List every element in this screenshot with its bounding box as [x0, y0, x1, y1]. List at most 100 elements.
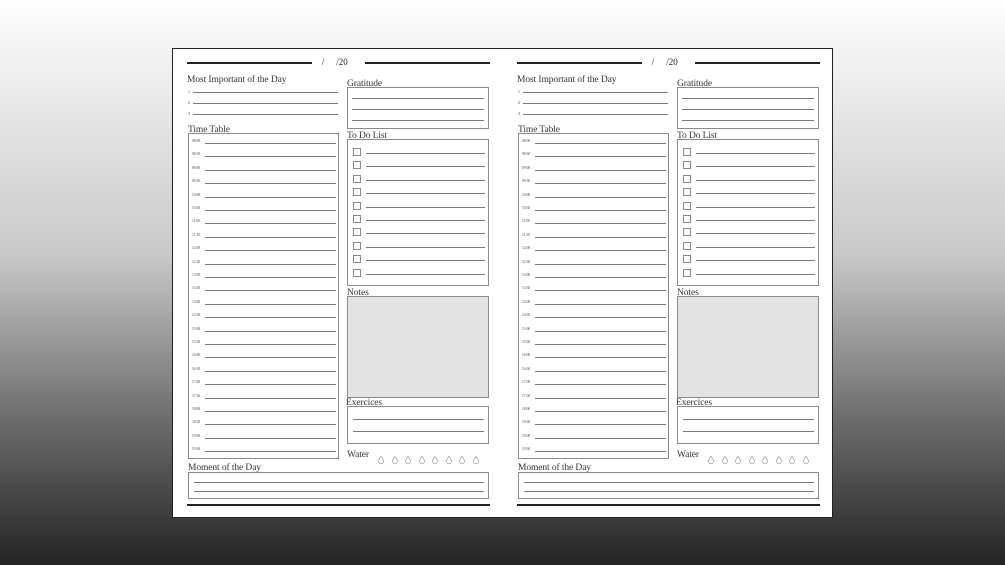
time-slot-line[interactable]	[205, 196, 336, 198]
most-important-line[interactable]	[193, 103, 338, 104]
water-drop-icon[interactable]	[432, 451, 438, 464]
most-important-line[interactable]	[523, 103, 668, 104]
most-important-line[interactable]	[523, 92, 668, 93]
todo-line[interactable]	[696, 153, 815, 154]
exercises-box[interactable]	[677, 406, 819, 444]
water-drop-icon[interactable]	[391, 451, 398, 464]
water-drop-icon[interactable]	[762, 451, 768, 464]
most-important-line[interactable]	[523, 114, 668, 115]
time-slot-line[interactable]	[535, 424, 666, 426]
time-slot-line[interactable]	[535, 263, 666, 265]
time-slot-line[interactable]	[535, 196, 666, 198]
time-slot-line[interactable]	[535, 451, 666, 453]
todo-line[interactable]	[696, 246, 815, 248]
water-drop-icon[interactable]	[405, 451, 411, 464]
todo-checkbox[interactable]	[683, 174, 691, 183]
todo-line[interactable]	[696, 166, 815, 168]
todo-checkbox[interactable]	[353, 188, 361, 197]
time-slot-line[interactable]	[535, 317, 666, 319]
time-slot-line[interactable]	[535, 437, 666, 439]
water-drop-icon[interactable]	[721, 451, 728, 464]
notes-area[interactable]	[347, 296, 489, 398]
todo-line[interactable]	[696, 220, 815, 221]
todo-checkbox[interactable]	[353, 241, 361, 250]
time-slot-line[interactable]	[205, 317, 336, 319]
time-slot-line[interactable]	[205, 303, 336, 305]
todo-checkbox[interactable]	[353, 255, 361, 264]
moment-box[interactable]	[188, 472, 489, 499]
todo-line[interactable]	[366, 206, 485, 208]
todo-checkbox[interactable]	[683, 201, 691, 210]
todo-line[interactable]	[366, 153, 485, 154]
time-slot-line[interactable]	[535, 223, 666, 225]
todo-checkbox[interactable]	[683, 228, 691, 237]
water-drop-icon[interactable]	[418, 451, 425, 464]
gratitude-box[interactable]	[677, 87, 819, 129]
todo-line[interactable]	[696, 206, 815, 208]
time-slot-line[interactable]	[205, 169, 336, 171]
water-drop-icon[interactable]	[802, 451, 809, 464]
todo-line[interactable]	[366, 260, 485, 262]
most-important-line[interactable]	[193, 114, 338, 115]
todo-checkbox[interactable]	[683, 161, 691, 170]
time-slot-line[interactable]	[535, 344, 666, 345]
todo-line[interactable]	[366, 193, 485, 195]
todo-checkbox[interactable]	[353, 228, 361, 237]
time-slot-line[interactable]	[205, 384, 336, 386]
water-drop-icon[interactable]	[748, 451, 755, 464]
time-slot-line[interactable]	[535, 290, 666, 292]
todo-checkbox[interactable]	[683, 188, 691, 197]
time-slot-line[interactable]	[535, 210, 666, 211]
water-drop-icon[interactable]	[472, 451, 479, 464]
time-slot-line[interactable]	[205, 236, 336, 238]
water-drop-icon[interactable]	[789, 451, 795, 464]
time-slot-line[interactable]	[205, 277, 336, 278]
time-slot-line[interactable]	[205, 424, 336, 426]
time-slot-line[interactable]	[205, 357, 336, 359]
time-slot-line[interactable]	[205, 143, 336, 144]
todo-checkbox[interactable]	[353, 174, 361, 183]
todo-checkbox[interactable]	[683, 268, 691, 277]
time-slot-line[interactable]	[205, 397, 336, 399]
todo-line[interactable]	[696, 193, 815, 195]
exercises-box[interactable]	[347, 406, 489, 444]
moment-box[interactable]	[518, 472, 819, 499]
todo-line[interactable]	[366, 246, 485, 248]
time-slot-line[interactable]	[535, 236, 666, 238]
todo-line[interactable]	[696, 273, 815, 275]
water-drop-icon[interactable]	[459, 451, 465, 464]
time-slot-line[interactable]	[205, 210, 336, 211]
todo-line[interactable]	[366, 233, 485, 235]
time-slot-line[interactable]	[205, 250, 336, 252]
todo-line[interactable]	[366, 220, 485, 221]
todo-checkbox[interactable]	[353, 268, 361, 277]
time-slot-line[interactable]	[535, 143, 666, 144]
time-slot-line[interactable]	[535, 156, 666, 158]
time-slot-line[interactable]	[535, 330, 666, 332]
time-slot-line[interactable]	[535, 303, 666, 305]
todo-line[interactable]	[366, 273, 485, 275]
todo-checkbox[interactable]	[683, 148, 691, 156]
time-slot-line[interactable]	[205, 437, 336, 439]
todo-line[interactable]	[696, 179, 815, 181]
water-drop-icon[interactable]	[775, 451, 782, 464]
todo-line[interactable]	[696, 260, 815, 262]
time-slot-line[interactable]	[205, 370, 336, 372]
time-slot-line[interactable]	[205, 451, 336, 453]
time-slot-line[interactable]	[205, 156, 336, 158]
time-slot-line[interactable]	[205, 411, 336, 412]
todo-checkbox[interactable]	[353, 148, 361, 156]
water-drop-icon[interactable]	[378, 451, 384, 464]
todo-checkbox[interactable]	[683, 255, 691, 264]
time-slot-line[interactable]	[535, 169, 666, 171]
time-slot-line[interactable]	[535, 250, 666, 252]
time-slot-line[interactable]	[535, 397, 666, 399]
water-drop-icon[interactable]	[708, 451, 714, 464]
todo-checkbox[interactable]	[683, 241, 691, 250]
todo-line[interactable]	[366, 166, 485, 168]
todo-line[interactable]	[696, 233, 815, 235]
time-slot-line[interactable]	[205, 263, 336, 265]
todo-checkbox[interactable]	[353, 201, 361, 210]
time-slot-line[interactable]	[535, 357, 666, 359]
time-slot-line[interactable]	[205, 290, 336, 292]
